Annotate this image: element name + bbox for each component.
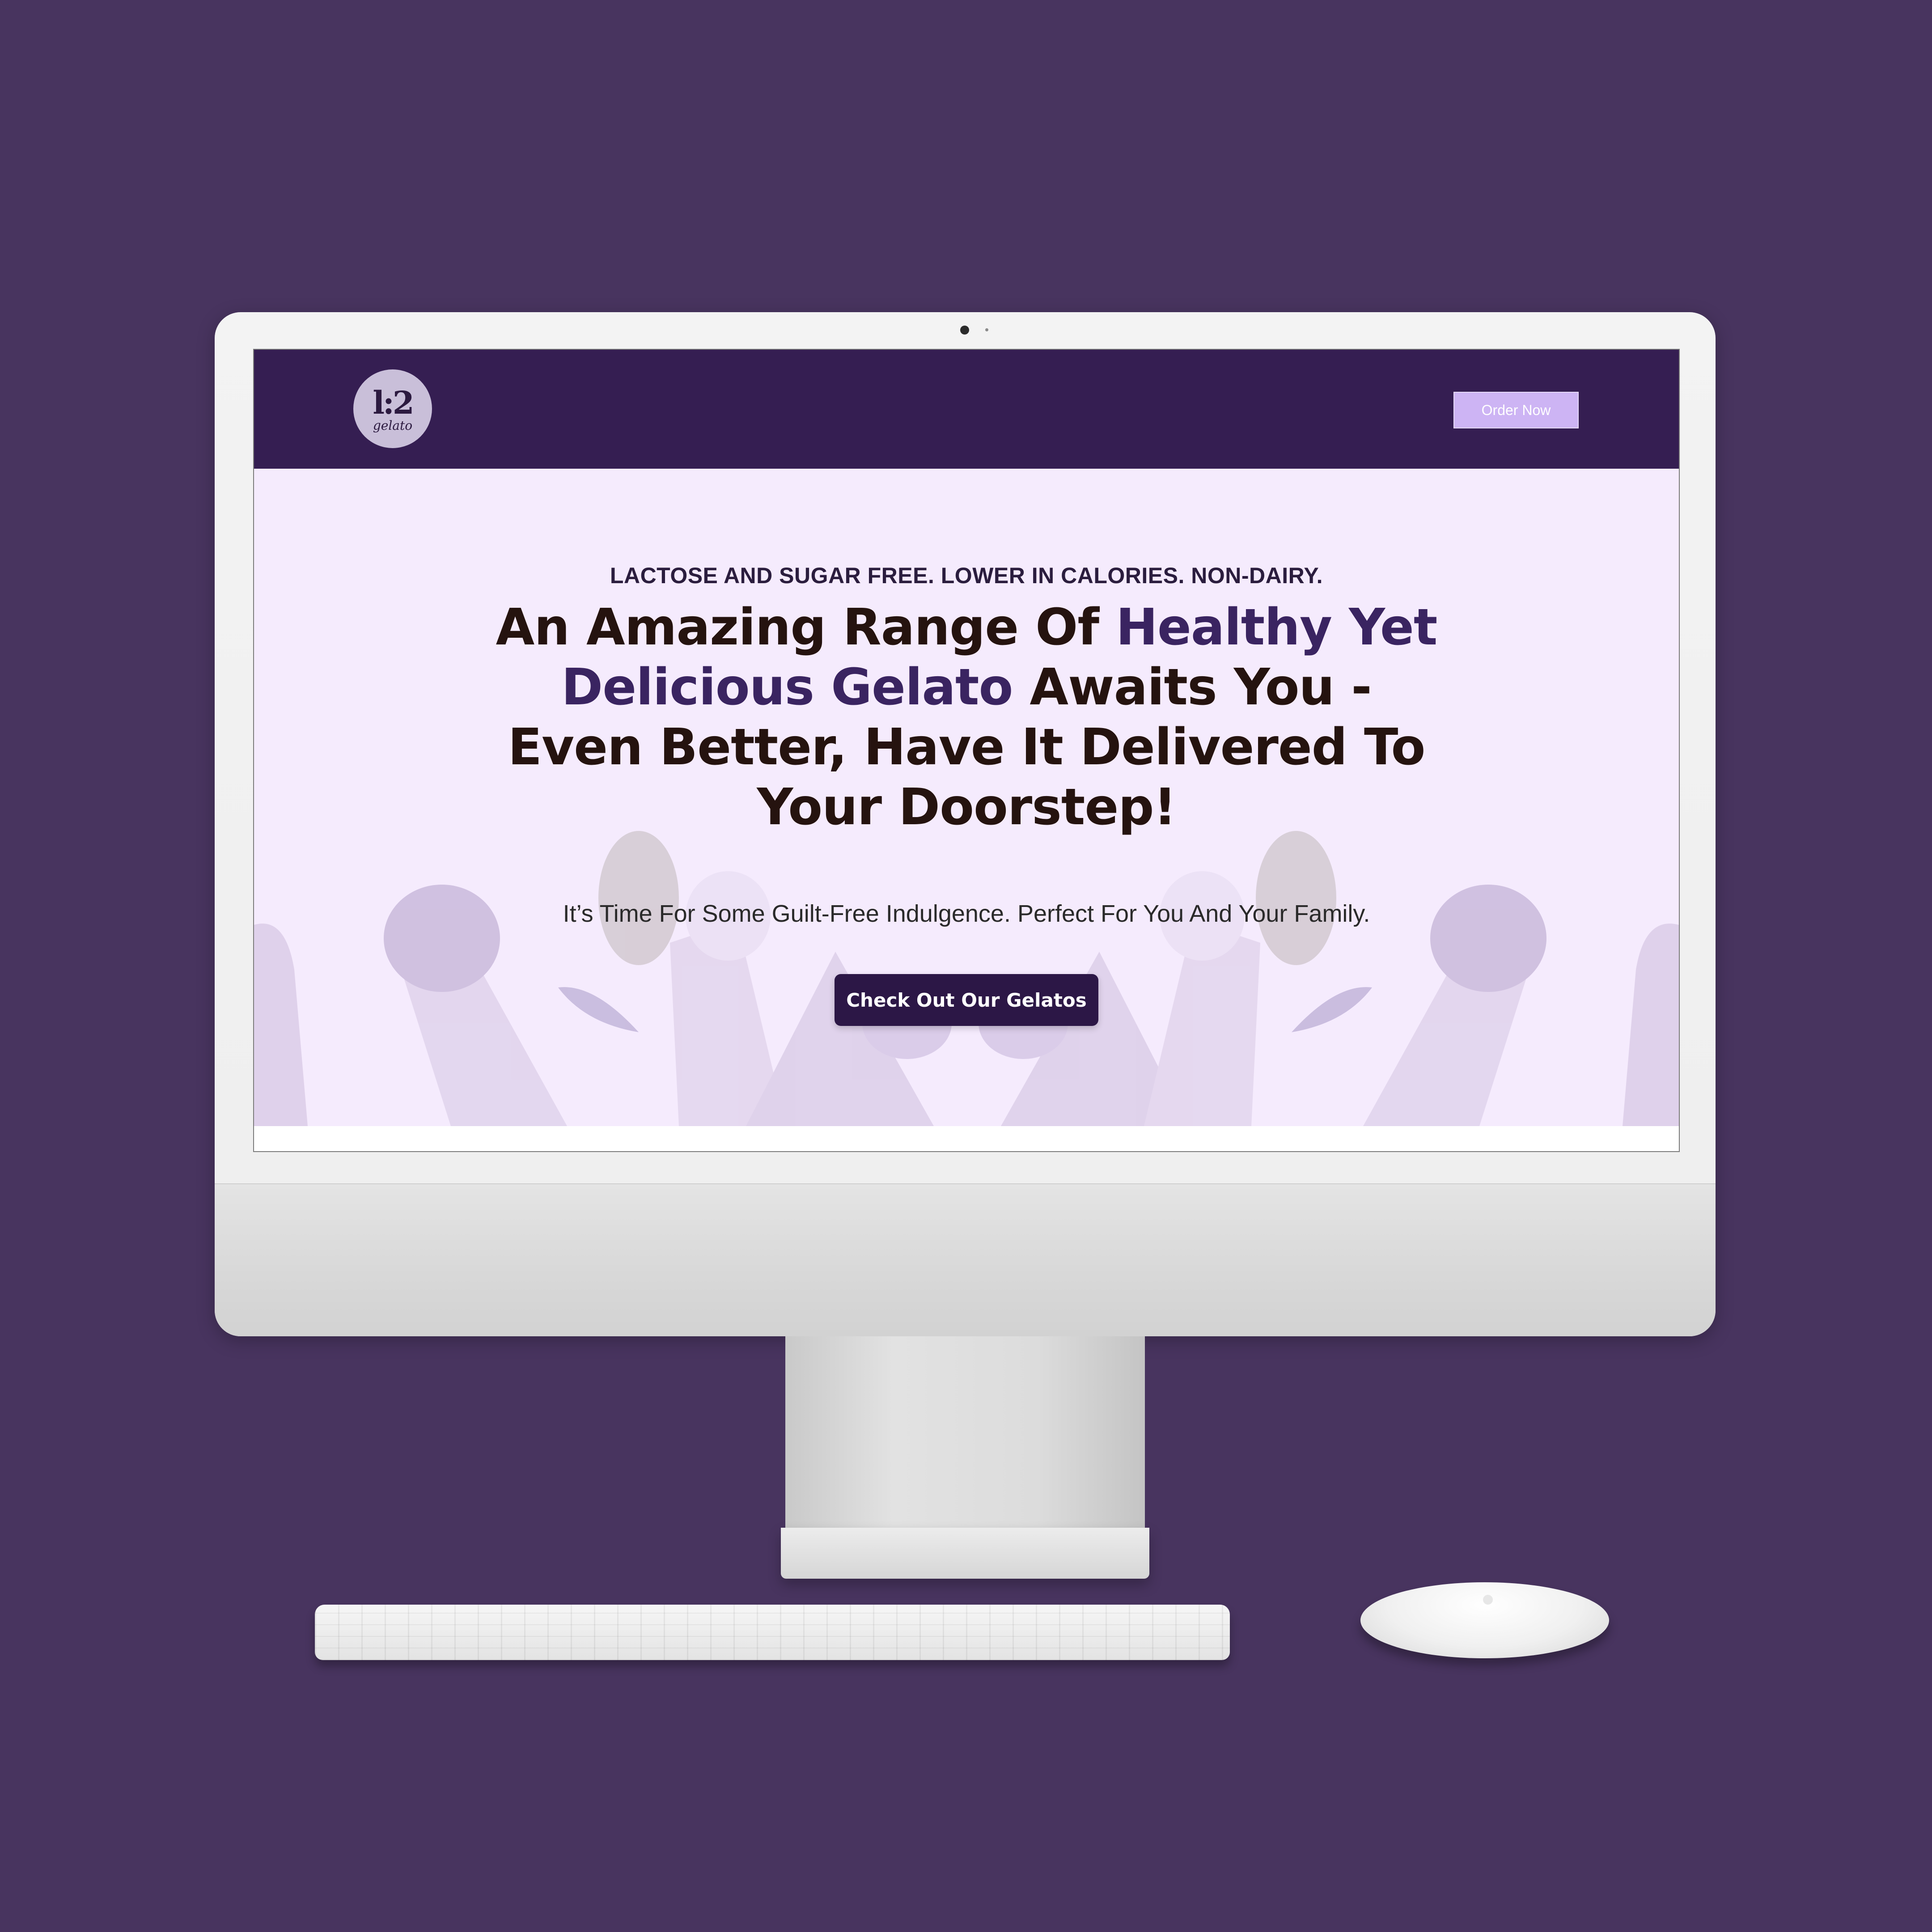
sprinkles-shape [1256,831,1336,965]
keyboard [315,1605,1230,1660]
apple-logo-icon [1483,1595,1493,1605]
logo-mark: l:2 [373,384,414,421]
hero-title: An Amazing Range Of Healthy Yet Deliciou… [496,597,1438,837]
hero-title-part1: An Amazing Range Of [496,598,1116,657]
scoop-shape [254,924,308,1126]
screen: l:2 gelato Order Now LACTOSE AND SUGAR F… [253,349,1680,1152]
logo-wordmark: gelato [373,418,413,433]
sprinkles-shape [598,831,679,965]
mouse [1360,1582,1609,1658]
check-out-gelatos-button[interactable]: Check Out Our Gelatos [835,974,1098,1026]
petal-shape [1292,987,1372,1032]
brand-logo[interactable]: l:2 gelato [353,369,432,448]
scoop-shape [1623,924,1679,1126]
petal-shape [558,987,639,1032]
hero-subtitle: It’s Time For Some Guilt-Free Indulgence… [563,900,1370,927]
monitor-chin [215,1183,1716,1336]
site-header: l:2 gelato Order Now [254,350,1679,469]
order-now-button[interactable]: Order Now [1453,392,1579,428]
monitor-stand [785,1336,1145,1542]
camera-sensor-icon [985,328,988,331]
monitor-stand-foot [781,1528,1149,1579]
camera-icon [960,326,969,335]
hero-section: LACTOSE AND SUGAR FREE. LOWER IN CALORIE… [254,469,1679,1126]
hero-eyebrow: LACTOSE AND SUGAR FREE. LOWER IN CALORIE… [610,563,1323,588]
